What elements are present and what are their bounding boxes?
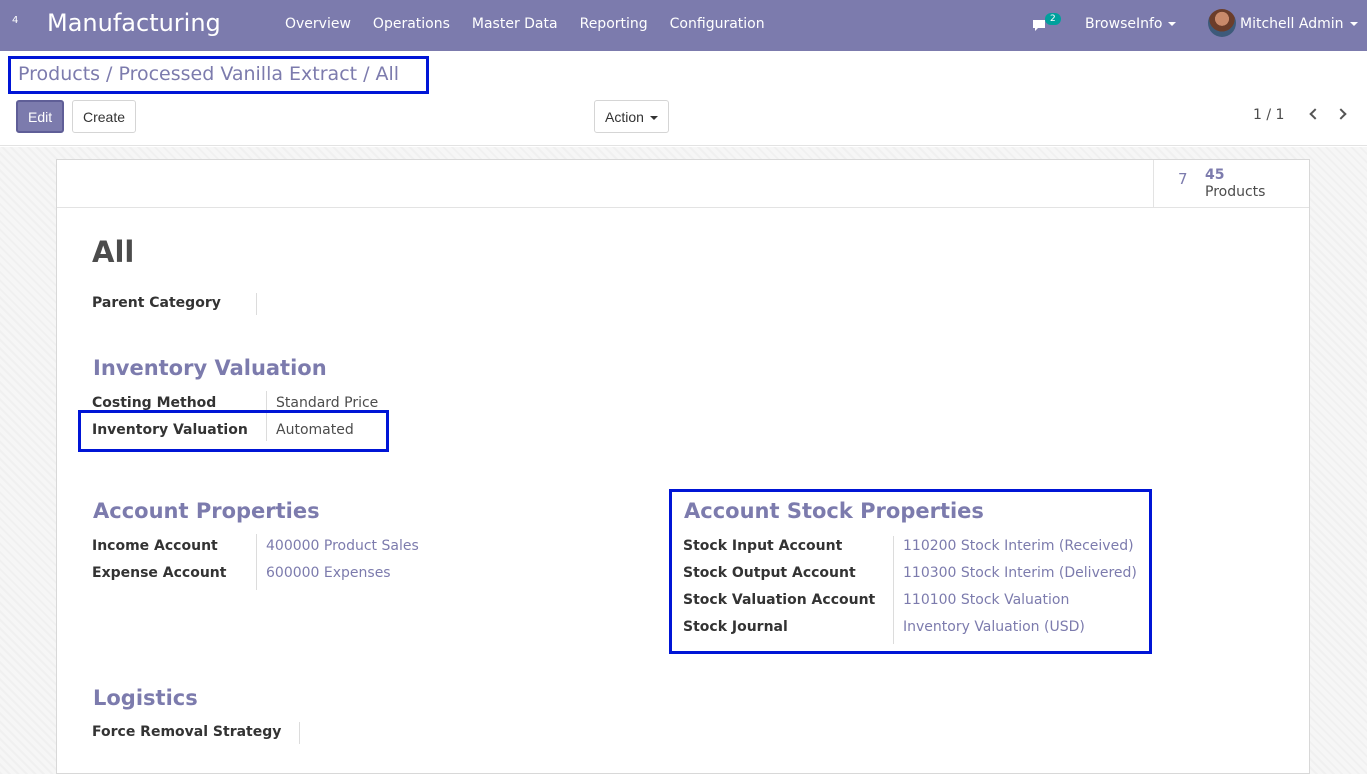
record-title[interactable]: All (92, 235, 134, 269)
logistics-title: Logistics (93, 686, 198, 710)
costing-method-field[interactable]: Standard Price (276, 395, 378, 411)
account-properties-title: Account Properties (93, 499, 320, 523)
menu-item-configuration[interactable]: Configuration (670, 16, 765, 32)
chat-count-badge: 2 (1045, 13, 1061, 25)
action-dropdown[interactable]: Action (594, 100, 669, 133)
income-account-label: Income Account (92, 538, 218, 554)
field-divider (299, 722, 300, 744)
action-label: Action (605, 108, 644, 125)
products-smart-button[interactable]: 7 45 Products (1153, 160, 1309, 208)
costing-method-label: Costing Method (92, 395, 217, 411)
highlight-box-inventory-valuation (78, 410, 389, 452)
expense-account-label: Expense Account (92, 565, 227, 581)
field-divider (256, 293, 257, 315)
highlight-box-account-stock-properties (669, 489, 1152, 654)
caret-down-icon (1168, 22, 1177, 26)
caret-down-icon (649, 115, 658, 120)
menu-item-operations[interactable]: Operations (373, 16, 450, 32)
highlight-box-breadcrumb (8, 56, 429, 94)
menu-item-master-data[interactable]: Master Data (472, 16, 558, 32)
products-count: 45 (1205, 167, 1225, 183)
products-icon: 7 (1178, 170, 1188, 188)
pager-previous-button[interactable] (1307, 106, 1321, 124)
caret-down-icon (1349, 22, 1358, 26)
app-title[interactable]: Manufacturing (47, 9, 221, 37)
messaging-button[interactable]: 2 (1031, 13, 1061, 35)
form-sheet: 7 45 Products (56, 159, 1310, 774)
inventory-valuation-title: Inventory Valuation (93, 356, 327, 380)
create-button[interactable]: Create (72, 100, 137, 133)
products-label: Products (1205, 184, 1266, 200)
company-name: BrowseInfo (1085, 16, 1163, 32)
user-menu[interactable]: Mitchell Admin (1240, 16, 1358, 32)
top-navbar: 4 Manufacturing Overview Operations Mast… (0, 0, 1367, 51)
chevron-left-icon (1309, 108, 1321, 120)
menu-item-reporting[interactable]: Reporting (580, 16, 648, 32)
edit-button[interactable]: Edit (16, 100, 65, 133)
main-menu: Overview Operations Master Data Reportin… (285, 16, 787, 32)
menu-item-overview[interactable]: Overview (285, 16, 351, 32)
parent-category-label: Parent Category (92, 295, 221, 311)
pager-value[interactable]: 1 / 1 (1253, 107, 1284, 123)
smart-button-box: 7 45 Products (57, 160, 1309, 208)
income-account-field[interactable]: 400000 Product Sales (266, 538, 419, 554)
apps-menu-icon[interactable]: 4 (12, 15, 18, 26)
pager-next-button[interactable] (1335, 106, 1351, 124)
chevron-right-icon (1335, 108, 1347, 120)
avatar[interactable] (1208, 9, 1236, 37)
control-panel: Products / Processed Vanilla Extract / All E… (0, 51, 1367, 146)
expense-account-field[interactable]: 600000 Expenses (266, 565, 391, 581)
force-removal-strategy-label: Force Removal Strategy (92, 724, 282, 740)
field-divider (256, 534, 257, 590)
user-name: Mitchell Admin (1240, 16, 1344, 32)
company-switcher[interactable]: BrowseInfo (1085, 16, 1177, 32)
